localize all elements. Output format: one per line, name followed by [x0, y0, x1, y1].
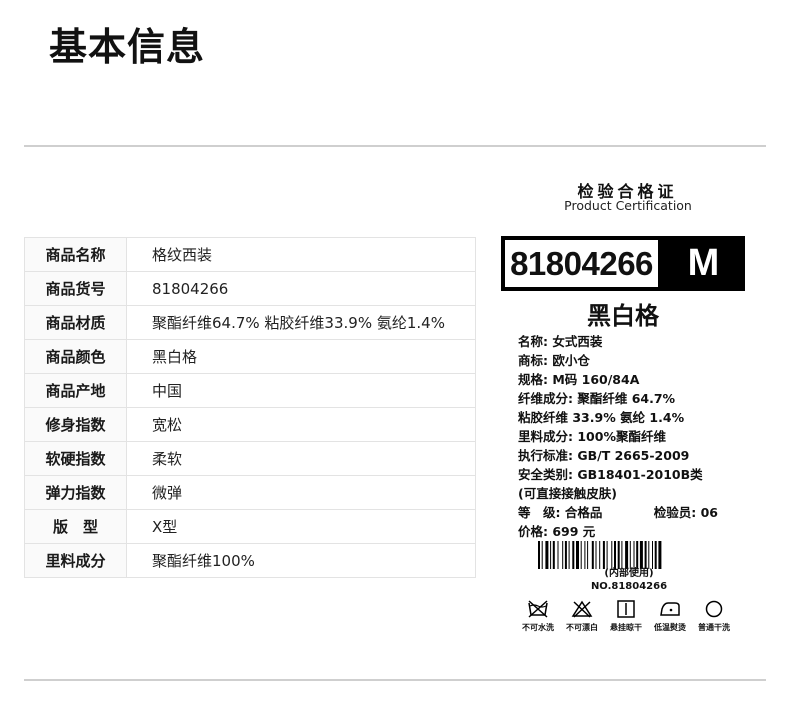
- row-value: 宽松: [126, 407, 476, 442]
- spec-line: 名称: 女式西装: [518, 334, 603, 349]
- care-item: 悬挂晾干: [604, 600, 648, 633]
- care-item: 普通干洗: [692, 600, 736, 633]
- table-row: 修身指数 宽松: [24, 407, 476, 442]
- row-label: 软硬指数: [24, 441, 127, 476]
- hang-dry-icon: [617, 600, 635, 618]
- row-label: 里料成分: [24, 543, 127, 578]
- no-bleach-icon: [571, 600, 593, 618]
- care-item: 不可漂白: [560, 600, 604, 633]
- row-value: 微弹: [126, 475, 476, 510]
- barcode: [538, 541, 662, 569]
- certification-tag: 81804266 M 黑白格 名称: 女式西装 商标: 欧小仓 规格: M码 1…: [494, 228, 752, 650]
- table-row: 软硬指数 柔软: [24, 441, 476, 476]
- table-row: 商品名称 格纹西装: [24, 237, 476, 272]
- spec-line: 商标: 欧小仓: [518, 353, 590, 368]
- inspector: 检验员: 06: [653, 505, 718, 520]
- dry-clean-icon: [705, 600, 723, 618]
- no-water-wash-icon: [528, 600, 548, 618]
- row-value: 聚酯纤维100%: [126, 543, 476, 578]
- barcode-caption: (内部使用) NO.81804266: [538, 567, 720, 593]
- row-label: 修身指数: [24, 407, 127, 442]
- row-value: 81804266: [126, 271, 476, 306]
- row-label: 商品产地: [24, 373, 127, 408]
- barcode-number: NO.81804266: [590, 581, 668, 592]
- table-row: 商品产地 中国: [24, 373, 476, 408]
- color-name: 黑白格: [587, 302, 659, 330]
- row-value: 中国: [126, 373, 476, 408]
- care-label: 不可水洗: [522, 623, 554, 632]
- top-divider: [24, 145, 766, 147]
- size-box: M: [662, 236, 745, 291]
- table-row: 商品颜色 黑白格: [24, 339, 476, 374]
- care-label: 悬挂晾干: [610, 623, 642, 632]
- row-label: 商品颜色: [24, 339, 127, 374]
- page-title: 基本信息: [49, 25, 206, 69]
- table-row: 商品材质 聚酯纤维64.7% 粘胶纤维33.9% 氨纶1.4%: [24, 305, 476, 340]
- row-label: 商品材质: [24, 305, 127, 340]
- table-row: 弹力指数 微弹: [24, 475, 476, 510]
- spec-line: 规格: M码 160/84A: [518, 372, 640, 387]
- table-row: 商品货号 81804266: [24, 271, 476, 306]
- care-instructions: 不可水洗 不可漂白 悬挂晾干 低温熨烫 普通干洗: [516, 600, 736, 633]
- barcode-note: (内部使用): [604, 568, 654, 579]
- spec-line: 执行标准: GB/T 2665-2009: [518, 448, 690, 463]
- care-item: 低温熨烫: [648, 600, 692, 633]
- care-item: 不可水洗: [516, 600, 560, 633]
- low-temp-iron-icon: [660, 602, 680, 616]
- product-code-box: 81804266: [501, 236, 662, 291]
- care-label: 低温熨烫: [654, 623, 686, 632]
- row-label: 商品货号: [24, 271, 127, 306]
- row-label: 版 型: [24, 509, 127, 544]
- spec-line: 纤维成分: 聚酯纤维 64.7%: [518, 391, 676, 406]
- price: 价格: 699 元: [518, 524, 596, 539]
- row-label: 商品名称: [24, 237, 127, 272]
- row-label: 弹力指数: [24, 475, 127, 510]
- row-value: 格纹西装: [126, 237, 476, 272]
- table-row: 版 型 X型: [24, 509, 476, 544]
- spec-line: 里料成分: 100%聚酯纤维: [518, 429, 666, 444]
- care-label: 普通干洗: [698, 623, 730, 632]
- table-row: 里料成分 聚酯纤维100%: [24, 543, 476, 578]
- grade: 等 级: 合格品: [518, 505, 603, 520]
- row-value: X型: [126, 509, 476, 544]
- bottom-divider: [24, 679, 766, 681]
- row-value: 聚酯纤维64.7% 粘胶纤维33.9% 氨纶1.4%: [126, 305, 476, 340]
- care-label: 不可漂白: [566, 623, 598, 632]
- spec-line: 粘胶纤维 33.9% 氨纶 1.4%: [518, 410, 685, 425]
- spec-line: (可直接接触皮肤): [518, 486, 617, 501]
- product-info-table: 商品名称 格纹西装 商品货号 81804266 商品材质 聚酯纤维64.7% 粘…: [24, 237, 476, 578]
- grade-row: 等 级: 合格品 检验员: 06: [518, 503, 718, 522]
- row-value: 柔软: [126, 441, 476, 476]
- row-value: 黑白格: [126, 339, 476, 374]
- certificate-subtitle: Product Certification: [564, 198, 692, 213]
- spec-line: 安全类别: GB18401-2010B类: [518, 467, 703, 482]
- spec-list: 名称: 女式西装 商标: 欧小仓 规格: M码 160/84A 纤维成分: 聚酯…: [518, 332, 748, 541]
